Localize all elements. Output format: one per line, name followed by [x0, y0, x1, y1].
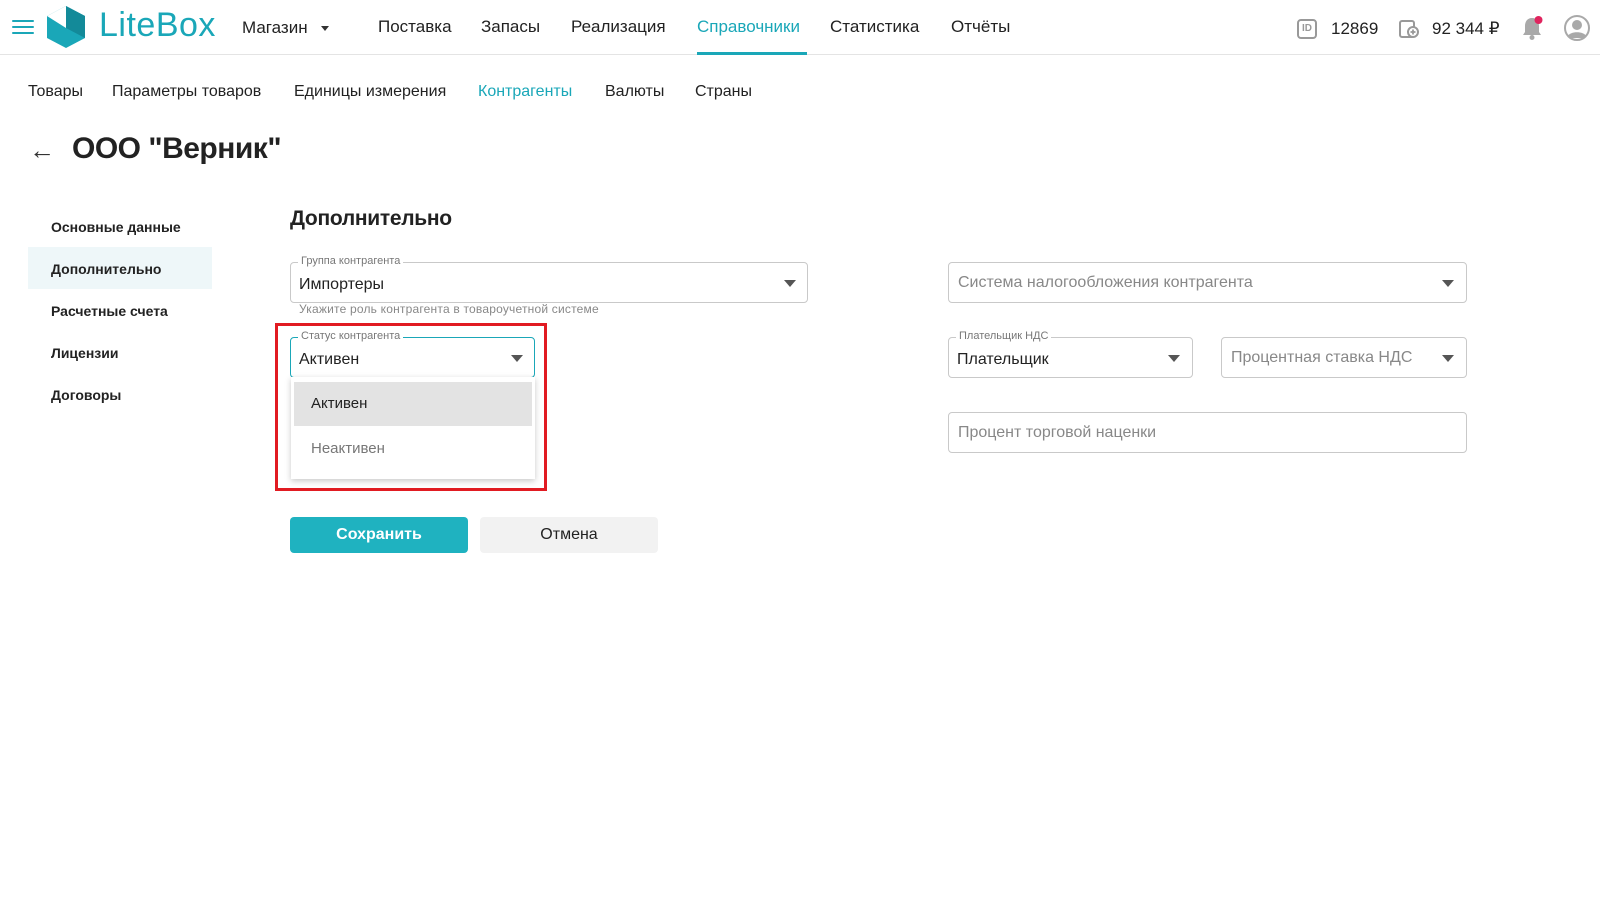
nav-statistics[interactable]: Статистика [830, 17, 919, 37]
wallet-icon[interactable] [1398, 18, 1420, 40]
cancel-button[interactable]: Отмена [480, 517, 658, 553]
subnav-goods[interactable]: Товары [28, 83, 83, 101]
chevron-down-icon[interactable] [1168, 355, 1180, 362]
balance: 92 344 ₽ [1432, 19, 1500, 38]
top-bar: LiteBox Магазин Поставка Запасы Реализац… [0, 0, 1600, 55]
markup-input[interactable]: Процент торговой наценки [948, 412, 1467, 453]
active-nav-underline [697, 52, 807, 55]
markup-placeholder: Процент торговой наценки [958, 424, 1157, 441]
vat-payer-label: Плательщик НДС [956, 330, 1052, 342]
logo-text: LiteBox [99, 6, 216, 44]
chevron-down-icon[interactable] [784, 280, 796, 287]
account-id: 12869 [1331, 19, 1379, 38]
subnav-currencies[interactable]: Валюты [605, 83, 664, 101]
menu-icon[interactable] [12, 20, 34, 34]
subnav-counterparties[interactable]: Контрагенты [478, 83, 572, 101]
litebox-logo-icon [47, 6, 85, 48]
nav-references[interactable]: Справочники [697, 17, 800, 37]
bell-icon[interactable] [1520, 15, 1544, 41]
page-title: ООО "Верник" [72, 132, 282, 165]
subnav-countries[interactable]: Страны [695, 83, 752, 101]
group-value: Импортеры [299, 276, 385, 293]
tax-system-placeholder: Система налогообложения контрагента [958, 274, 1253, 291]
vat-rate-placeholder: Процентная ставка НДС [1231, 349, 1413, 366]
sidenav-item-bank-accounts[interactable]: Расчетные счета [51, 303, 168, 319]
nav-reports[interactable]: Отчёты [951, 17, 1010, 37]
highlight-frame [275, 323, 547, 491]
id-icon: ID [1297, 19, 1317, 39]
vat-rate-select[interactable]: Процентная ставка НДС [1221, 337, 1467, 378]
group-helper-text: Укажите роль контрагента в товароучетной… [299, 302, 599, 316]
chevron-down-icon[interactable] [1442, 280, 1454, 287]
group-label: Группа контрагента [298, 255, 404, 267]
subnav-goods-params[interactable]: Параметры товаров [112, 83, 261, 101]
vat-payer-select[interactable]: Плательщик НДС Плательщик [948, 330, 1193, 378]
group-select[interactable]: Группа контрагента Импортеры [290, 255, 808, 303]
tax-system-select[interactable]: Система налогообложения контрагента [948, 262, 1467, 303]
user-avatar-icon[interactable] [1564, 15, 1590, 41]
chevron-down-icon[interactable] [321, 26, 329, 31]
sidenav-item-contracts[interactable]: Договоры [51, 387, 121, 403]
sidenav-item-additional[interactable]: Дополнительно [51, 261, 161, 277]
section-title: Дополнительно [290, 207, 452, 230]
store-selector[interactable]: Магазин [242, 18, 308, 38]
sidenav-item-licenses[interactable]: Лицензии [51, 345, 118, 361]
sidenav-item-main-data[interactable]: Основные данные [51, 219, 181, 235]
nav-sales[interactable]: Реализация [571, 17, 666, 37]
nav-stock[interactable]: Запасы [481, 17, 540, 37]
vat-payer-value: Плательщик [957, 351, 1049, 368]
back-arrow-icon[interactable]: ← [29, 135, 55, 166]
nav-supply[interactable]: Поставка [378, 17, 452, 37]
subnav-units[interactable]: Единицы измерения [294, 83, 446, 101]
chevron-down-icon[interactable] [1442, 355, 1454, 362]
save-button[interactable]: Сохранить [290, 517, 468, 553]
